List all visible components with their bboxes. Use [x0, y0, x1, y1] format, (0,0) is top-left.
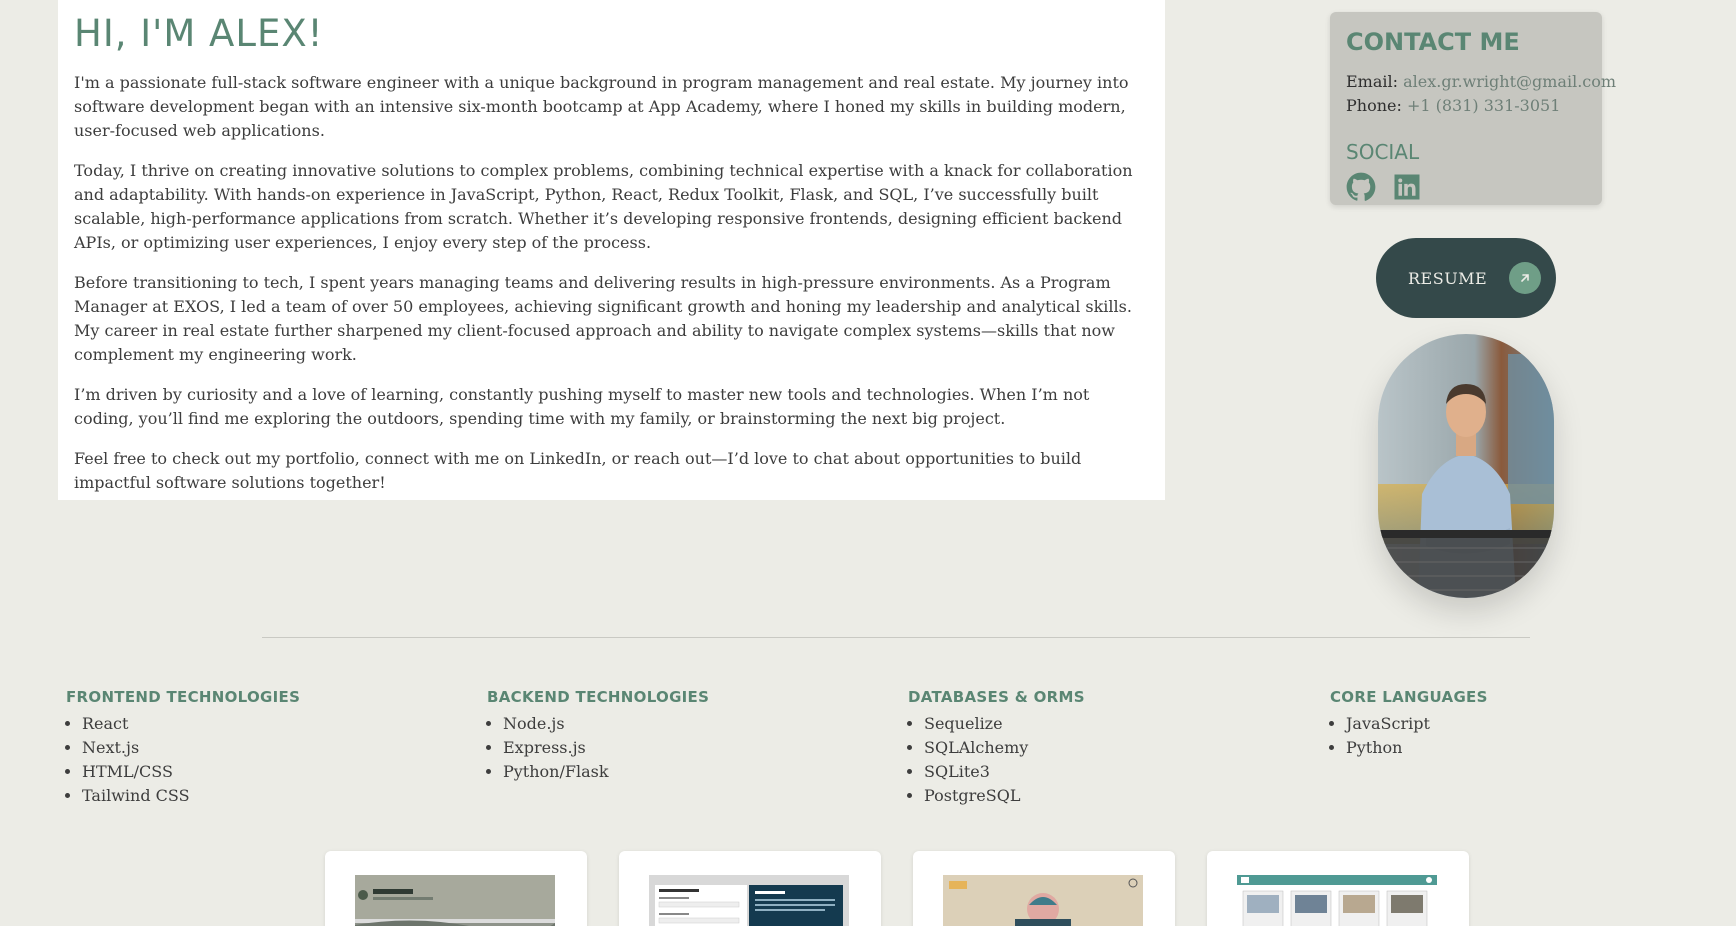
phone-label: Phone:: [1346, 96, 1407, 115]
tech-list: React Next.js HTML/CSS Tailwind CSS: [66, 712, 446, 808]
project-thumbnail: [1237, 875, 1437, 926]
tech-heading: DATABASES & ORMS: [908, 688, 1085, 706]
github-icon[interactable]: [1346, 172, 1376, 202]
arrow-up-right-icon: [1509, 262, 1542, 294]
list-item: Express.js: [503, 736, 867, 760]
list-item: Python/Flask: [503, 760, 867, 784]
list-item: React: [82, 712, 446, 736]
email-row: Email: alex.gr.wright@gmail.com: [1346, 70, 1616, 94]
project-card-mortgage-calculator[interactable]: [619, 851, 881, 926]
tech-heading: FRONTEND TECHNOLOGIES: [66, 688, 301, 706]
about-paragraph: Feel free to check out my portfolio, con…: [74, 449, 1082, 492]
project-thumbnail: [649, 875, 849, 926]
about-paragraph: Today, I thrive on creating innovative s…: [74, 161, 1133, 252]
core-languages-column: CORE LANGUAGES JavaScript Python: [1330, 688, 1710, 760]
phone-link[interactable]: +1 (831) 331-3051: [1407, 96, 1560, 115]
backend-tech-column: BACKEND TECHNOLOGIES Node.js Express.js …: [487, 688, 867, 784]
social-links: [1346, 172, 1586, 202]
about-paragraph: Before transitioning to tech, I spent ye…: [74, 273, 1132, 364]
project-thumbnail: [943, 875, 1143, 926]
phone-row: Phone: +1 (831) 331-3051: [1346, 94, 1586, 118]
list-item: Sequelize: [924, 712, 1288, 736]
list-item: JavaScript: [1346, 712, 1710, 736]
social-heading: SOCIAL: [1346, 140, 1420, 164]
resume-label: RESUME: [1408, 268, 1488, 288]
list-item: Tailwind CSS: [82, 784, 446, 808]
email-link[interactable]: alex.gr.wright@gmail.com: [1403, 72, 1616, 91]
list-item: SQLAlchemy: [924, 736, 1288, 760]
project-thumbnail: [355, 875, 555, 926]
about-paragraph: I’m driven by curiosity and a love of le…: [74, 385, 1090, 428]
contact-card: CONTACT ME Email: alex.gr.wright@gmail.c…: [1330, 12, 1616, 205]
tech-list: Sequelize SQLAlchemy SQLite3 PostgreSQL: [908, 712, 1288, 808]
list-item: Python: [1346, 736, 1710, 760]
tech-heading: BACKEND TECHNOLOGIES: [487, 688, 710, 706]
tech-list: Node.js Express.js Python/Flask: [487, 712, 867, 784]
project-card-listings[interactable]: [1207, 851, 1469, 926]
about-heading: HI, I'M ALEX!: [74, 12, 324, 55]
section-divider: [262, 637, 1530, 638]
project-card-lovely-paws[interactable]: [913, 851, 1175, 926]
project-card-guide-finder[interactable]: [325, 851, 587, 926]
list-item: HTML/CSS: [82, 760, 446, 784]
about-card: HI, I'M ALEX! I'm a passionate full-stac…: [58, 0, 1165, 500]
list-item: Node.js: [503, 712, 867, 736]
contact-heading: CONTACT ME: [1346, 28, 1520, 56]
frontend-tech-column: FRONTEND TECHNOLOGIES React Next.js HTML…: [66, 688, 446, 808]
databases-column: DATABASES & ORMS Sequelize SQLAlchemy SQ…: [908, 688, 1288, 808]
resume-button[interactable]: RESUME: [1376, 238, 1556, 318]
email-label: Email:: [1346, 72, 1404, 91]
list-item: SQLite3: [924, 760, 1288, 784]
list-item: PostgreSQL: [924, 784, 1288, 808]
linkedin-icon[interactable]: [1392, 172, 1422, 202]
portfolio-page: HI, I'M ALEX! I'm a passionate full-stac…: [0, 0, 1736, 926]
tech-list: JavaScript Python: [1330, 712, 1710, 760]
about-paragraph: I'm a passionate full-stack software eng…: [74, 73, 1129, 140]
tech-heading: CORE LANGUAGES: [1330, 688, 1488, 706]
list-item: Next.js: [82, 736, 446, 760]
profile-photo: [1378, 334, 1554, 598]
